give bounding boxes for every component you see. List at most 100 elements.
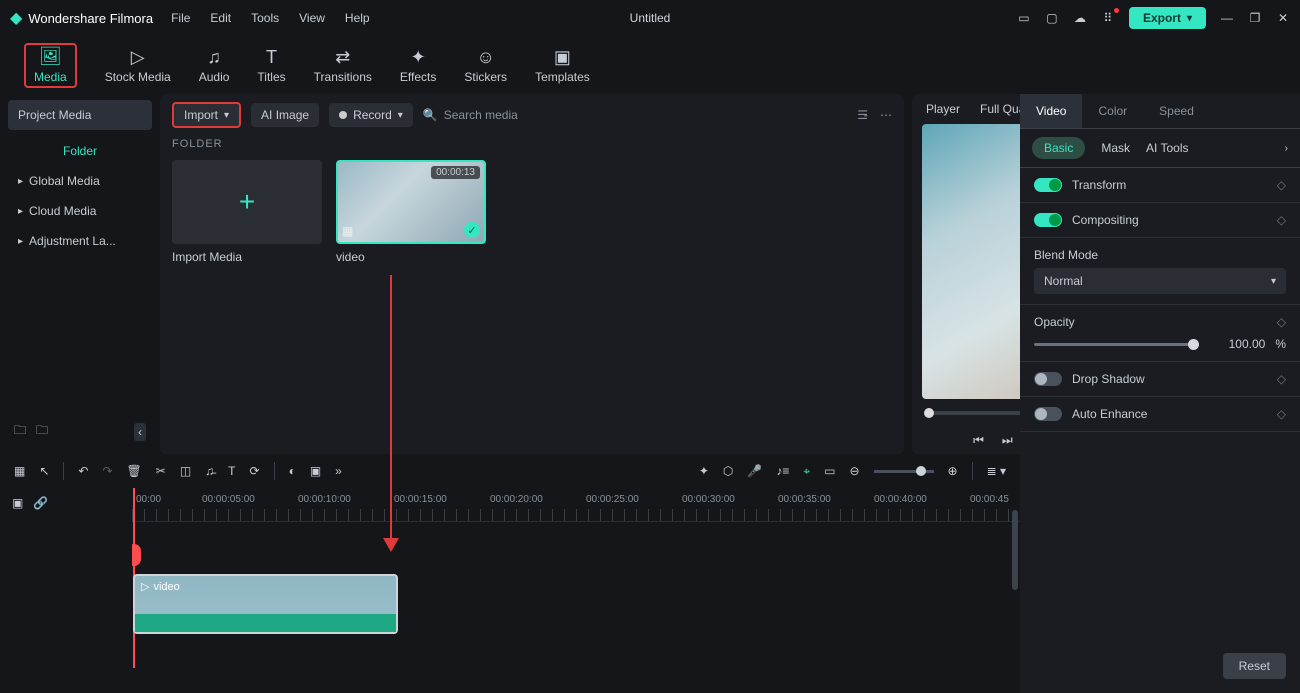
more-tools-icon[interactable]: » <box>335 464 342 478</box>
refresh-icon[interactable]: ⟳ <box>250 464 260 478</box>
ai-image-button[interactable]: AI Image <box>251 103 319 127</box>
tab-media-label: Media <box>34 70 67 84</box>
minimize-button[interactable]: — <box>1220 11 1234 25</box>
compositing-toggle[interactable] <box>1034 213 1062 227</box>
reset-button[interactable]: Reset <box>1223 653 1286 679</box>
timeline-ruler[interactable]: 00:00 00:00:05:00 00:00:10:00 00:00:15:0… <box>132 488 1020 522</box>
tl-cursor-icon[interactable]: ↖ <box>39 464 49 478</box>
save-icon[interactable]: ▢ <box>1045 11 1059 25</box>
sidebar-cloud-media[interactable]: ▸Cloud Media <box>8 196 152 226</box>
prev-frame-button[interactable]: ⏮ <box>973 433 984 448</box>
keyframe-icon[interactable]: ◇ <box>1277 315 1286 329</box>
import-media-tile[interactable]: + Import Media <box>172 160 322 264</box>
text-icon[interactable]: T <box>228 464 235 478</box>
transitions-icon: ⇄ <box>335 46 350 68</box>
ruler-tick: 00:00:20:00 <box>490 494 543 505</box>
tl-marker-icon[interactable]: ▭ <box>824 464 835 478</box>
tl-link-toggle-icon[interactable]: ▣ <box>12 496 23 510</box>
drop-shadow-toggle[interactable] <box>1034 372 1062 386</box>
menu-help[interactable]: Help <box>345 11 370 25</box>
timeline-clip[interactable]: ▷video <box>133 574 398 634</box>
zoom-in-icon[interactable]: ⊕ <box>948 464 958 478</box>
tab-stock-label: Stock Media <box>105 70 171 84</box>
timeline-scrollbar[interactable] <box>1012 510 1018 590</box>
filter-icon[interactable]: ☰̵ <box>857 108 868 122</box>
props-tab-speed[interactable]: Speed <box>1143 94 1210 128</box>
subtab-ai-tools[interactable]: AI Tools <box>1146 141 1188 155</box>
new-bin-icon[interactable]: 🗀 <box>36 421 48 442</box>
zoom-out-icon[interactable]: ⊖ <box>849 464 859 478</box>
subtab-mask[interactable]: Mask <box>1101 141 1130 155</box>
tl-grid-icon[interactable]: ▦ <box>14 464 25 478</box>
tab-effects[interactable]: ✦ Effects <box>400 46 436 84</box>
menu-edit[interactable]: Edit <box>210 11 231 25</box>
sidebar-global-media[interactable]: ▸Global Media <box>8 166 152 196</box>
menu-file[interactable]: File <box>171 11 190 25</box>
transform-toggle[interactable] <box>1034 178 1062 192</box>
plus-icon: + <box>239 186 255 218</box>
chevron-right-icon: ▸ <box>18 206 23 217</box>
maximize-button[interactable]: ❐ <box>1248 11 1262 25</box>
timeline-panel: ▦ ↖ ↶ ↷ 🗑 ✂ ◫ ♫̵ T ⟳ ◐ ▣ » ✦ ⬡ 🎤 ♪≡ ⌖ ▭ … <box>0 454 1020 693</box>
sidebar-project-media[interactable]: Project Media <box>8 100 152 130</box>
auto-enhance-toggle[interactable] <box>1034 407 1062 421</box>
tab-stickers[interactable]: ☺ Stickers <box>464 46 507 84</box>
menu-view[interactable]: View <box>299 11 325 25</box>
keyframe-icon[interactable]: ◇ <box>1277 407 1286 421</box>
collapse-sidebar-button[interactable]: ‹ <box>134 423 146 441</box>
undo-icon[interactable]: ↶ <box>78 464 88 478</box>
stock-media-icon: ▷ <box>131 46 145 68</box>
props-tab-video[interactable]: Video <box>1020 94 1082 128</box>
redo-icon[interactable]: ↷ <box>102 464 112 478</box>
close-button[interactable]: ✕ <box>1276 11 1290 25</box>
tl-magnet-icon[interactable]: ⌖ <box>803 464 810 479</box>
search-media[interactable]: 🔍 Search media <box>423 108 518 122</box>
keyframe-icon[interactable]: ◇ <box>1277 372 1286 386</box>
tl-sparkle-icon[interactable]: ✦ <box>699 464 709 478</box>
cut-icon[interactable]: ✂ <box>156 464 166 478</box>
opacity-slider[interactable] <box>1034 343 1199 346</box>
tab-media[interactable]: 🖼 Media <box>24 43 77 88</box>
apps-grid-icon[interactable]: ⠿ <box>1101 11 1115 25</box>
keyframe-icon[interactable]: ◇ <box>1277 178 1286 192</box>
new-folder-icon[interactable]: 🗀 <box>14 421 26 442</box>
folder-heading: FOLDER <box>172 138 892 150</box>
tab-stock-media[interactable]: ▷ Stock Media <box>105 46 171 84</box>
menu-tools[interactable]: Tools <box>251 11 279 25</box>
media-clip-tile[interactable]: 00:00:13 ▦ ✓ video <box>336 160 486 264</box>
blend-mode-select[interactable]: Normal ▾ <box>1034 268 1286 294</box>
opacity-value[interactable]: 100.00 <box>1209 337 1265 351</box>
tl-view-icon[interactable]: ≣ ▾ <box>987 464 1006 478</box>
export-button[interactable]: Export ▾ <box>1129 7 1206 29</box>
module-tabs: 🖼 Media ▷ Stock Media ♫ Audio T Titles ⇄… <box>0 36 1300 94</box>
more-icon[interactable]: ⋯ <box>880 108 892 122</box>
tab-templates[interactable]: ▣ Templates <box>535 46 590 84</box>
tl-music-icon[interactable]: ♪≡ <box>776 464 789 478</box>
tab-audio[interactable]: ♫ Audio <box>199 46 230 84</box>
tab-titles[interactable]: T Titles <box>257 46 285 84</box>
tab-transitions[interactable]: ⇄ Transitions <box>314 46 372 84</box>
timeline-tracks[interactable]: 00:00 00:00:05:00 00:00:10:00 00:00:15:0… <box>132 488 1020 668</box>
frame-icon[interactable]: ▣ <box>310 464 321 478</box>
device-icon[interactable]: ▭ <box>1017 11 1031 25</box>
subtab-basic[interactable]: Basic <box>1032 137 1085 159</box>
record-button[interactable]: Record ▾ <box>329 103 413 127</box>
zoom-slider[interactable] <box>874 470 934 473</box>
cloud-upload-icon[interactable]: ☁ <box>1073 11 1087 25</box>
delete-icon[interactable]: 🗑 <box>127 464 142 478</box>
speed-icon[interactable]: ♫̵ <box>205 464 214 478</box>
tl-link-icon[interactable]: 🔗 <box>33 496 48 510</box>
chevron-right-icon[interactable]: › <box>1285 143 1288 154</box>
sidebar-adjustment-layer[interactable]: ▸Adjustment La... <box>8 226 152 256</box>
tab-templates-label: Templates <box>535 70 590 84</box>
tl-mic-icon[interactable]: 🎤 <box>747 464 762 478</box>
step-back-button[interactable]: ⏭ <box>1002 433 1013 448</box>
import-button[interactable]: Import ▾ <box>172 102 241 128</box>
sidebar-folder[interactable]: Folder <box>8 136 152 166</box>
crop-icon[interactable]: ◫ <box>180 464 191 478</box>
color-icon[interactable]: ◐ <box>289 464 296 478</box>
keyframe-icon[interactable]: ◇ <box>1277 213 1286 227</box>
tl-shield-icon[interactable]: ⬡ <box>723 464 733 478</box>
props-tab-color[interactable]: Color <box>1082 94 1143 128</box>
media-sidebar: Project Media Folder ▸Global Media ▸Clou… <box>0 94 160 454</box>
